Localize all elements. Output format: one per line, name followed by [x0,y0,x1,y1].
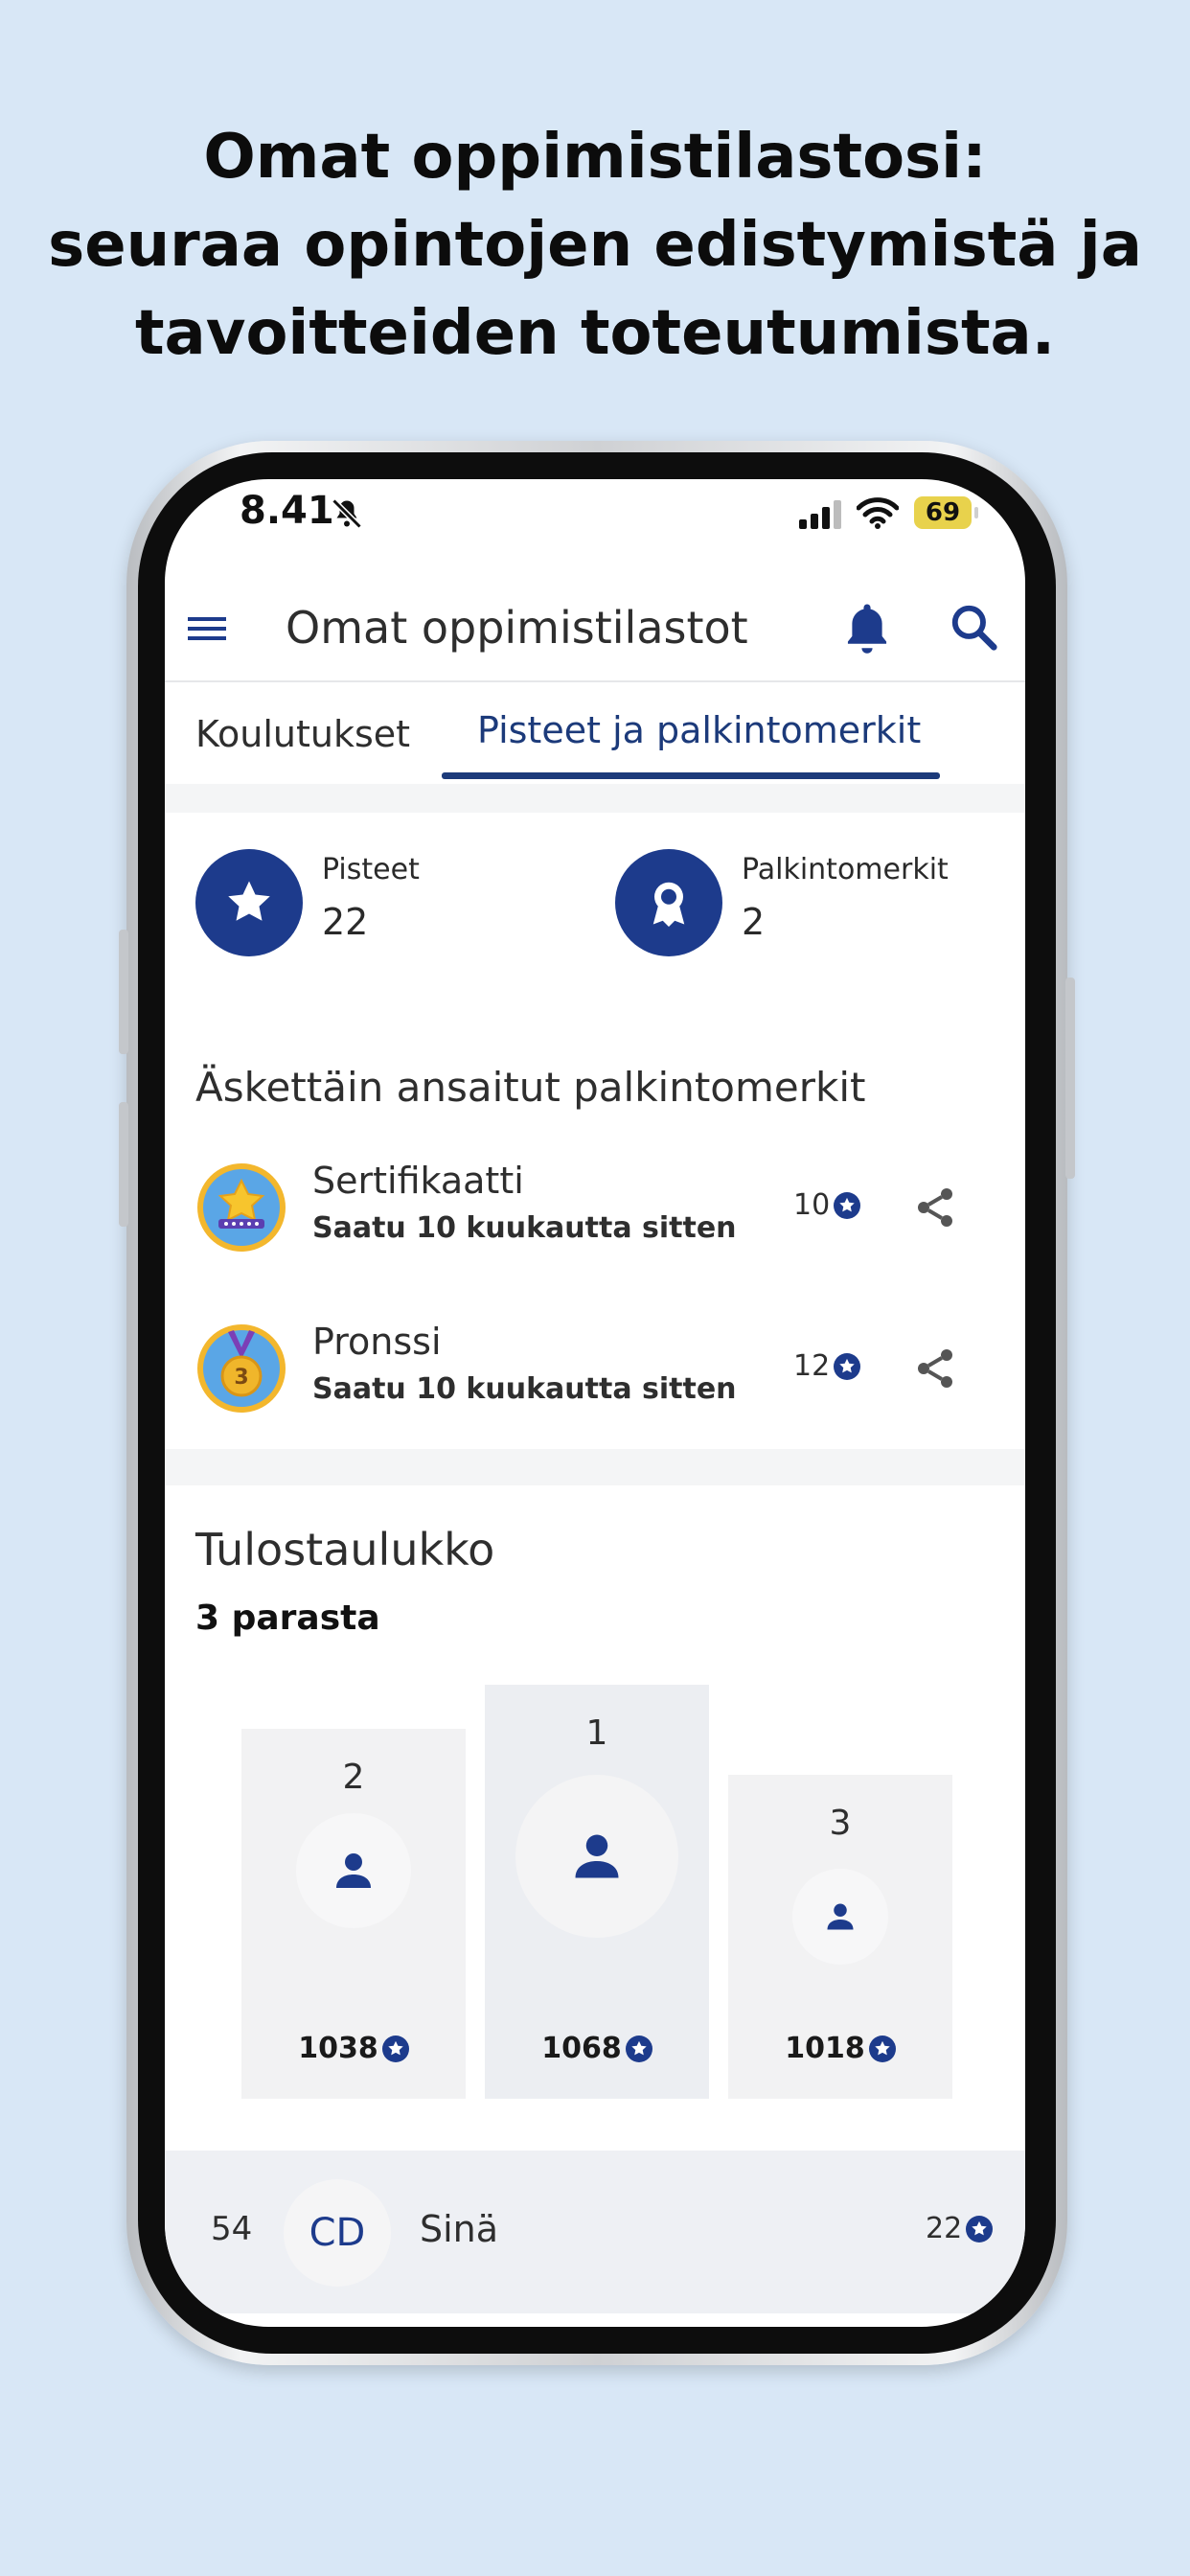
badge-points: 12 [793,1349,861,1383]
user-icon [336,1853,371,1888]
current-user-avatar: CD [284,2179,391,2287]
wifi-icon [857,497,899,529]
badge-points-value: 12 [793,1349,831,1383]
headline-line-3: tavoitteiden toteutumista. [134,298,1056,369]
badge-earned-time: Saatu 10 kuukautta sitten [312,1211,737,1245]
svg-text:3: 3 [234,1366,248,1390]
podium-rank: 2 [342,1758,365,1797]
points-star-icon [834,1192,861,1219]
badge-earned-time: Saatu 10 kuukautta sitten [312,1372,737,1406]
user-icon [827,1903,854,1930]
points-star-icon [868,2036,896,2062]
podium-rank: 1 [585,1714,608,1753]
podium-score: 1018 [728,2032,952,2065]
points-value: 22 [322,901,369,943]
share-icon[interactable] [912,1346,958,1392]
points-star-circle [195,849,303,956]
points-star-icon [966,2216,994,2242]
leaderboard-subtitle: 3 parasta [195,1598,380,1638]
phone-mute-switch [119,930,128,1054]
badges-award-circle [615,849,722,956]
podium-score: 1038 [241,2032,466,2065]
certificate-star-badge-icon [197,1163,286,1252]
badges-label: Palkintomerkit [742,853,949,886]
headline-line-2: seuraa opintojen edistymistä ja [48,210,1142,281]
app-bar: Omat oppimistilastot [165,575,1025,682]
bronze-medal-badge-icon: 3 [197,1324,286,1413]
badge-name: Pronssi [312,1321,442,1363]
search-icon[interactable] [949,602,1000,654]
podium-second-place[interactable]: 2 1038 [241,1729,466,2099]
points-label: Pisteet [322,853,420,886]
notifications-bell-icon[interactable] [841,600,893,656]
status-bar: 8.41 69 [165,479,1025,565]
phone-power-button [1065,978,1075,1179]
battery-indicator: 69 [914,496,978,529]
current-user-points: 22 [926,2212,994,2245]
badge-points: 10 [793,1188,861,1222]
award-ribbon-icon [652,882,685,927]
badges-value: 2 [742,901,766,943]
podium-score: 1068 [485,2032,709,2065]
podium-score-value: 1068 [541,2032,622,2065]
star-icon [228,881,270,921]
phone-screen: 8.41 69 Omat oppimistilastot Koulutukset… [165,479,1025,2327]
points-star-icon [381,2036,409,2062]
section-divider [165,784,1025,813]
podium-score-value: 1018 [785,2032,865,2065]
hamburger-menu-icon[interactable] [184,608,230,650]
podium-rank: 3 [829,1804,852,1843]
podium-first-place[interactable]: 1 1068 [485,1685,709,2099]
badge-points-value: 10 [793,1188,831,1222]
share-icon[interactable] [912,1184,958,1230]
tab-bar: Koulutukset Pisteet ja palkintomerkit [165,684,1025,784]
avatar [515,1775,678,1938]
status-time: 8.41 [240,489,334,533]
podium-score-value: 1038 [298,2032,378,2065]
tab-pisteet-ja-palkintomerkit[interactable]: Pisteet ja palkintomerkit [477,709,921,751]
badge-name: Sertifikaatti [312,1160,524,1202]
recent-badges-title: Äskettäin ansaitut palkintomerkit [195,1064,866,1111]
bell-muted-icon [332,498,362,529]
user-icon [575,1834,619,1878]
cellular-signal-icon [799,500,841,529]
podium-third-place[interactable]: 3 1018 [728,1775,952,2099]
avatar [296,1813,411,1928]
current-user-rank: 54 [211,2210,253,2248]
headline-line-1: Omat oppimistilastosi: [203,122,987,193]
avatar [792,1869,888,1965]
points-star-icon [834,1353,861,1380]
current-user-row[interactable]: 54 CD Sinä 22 [165,2150,1025,2313]
current-user-points-value: 22 [926,2212,963,2245]
active-tab-indicator [442,772,940,779]
phone-volume-button [119,1102,128,1227]
section-divider [165,1449,1025,1485]
page-title: Omat oppimistilastot [286,602,748,654]
marketing-headline: Omat oppimistilastosi: seuraa opintojen … [0,113,1190,378]
tab-koulutukset[interactable]: Koulutukset [195,713,410,755]
leaderboard-title: Tulostaulukko [195,1524,495,1576]
points-star-icon [625,2036,652,2062]
current-user-name: Sinä [420,2208,499,2250]
